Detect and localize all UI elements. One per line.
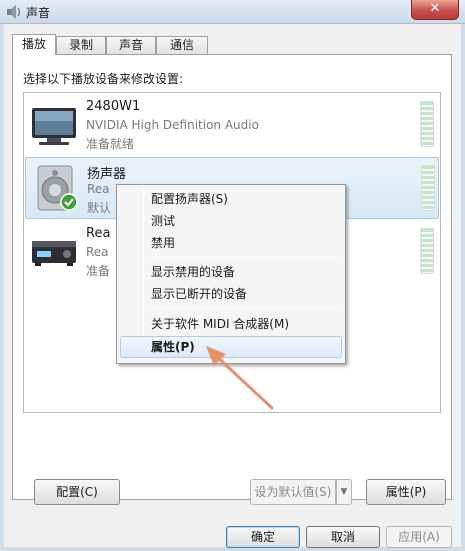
title-bar: 声音 ✕ [0, 0, 465, 24]
volume-meter [421, 165, 435, 211]
window-title: 声音 [26, 6, 51, 20]
instruction-text: 选择以下播放设备来修改设置: [23, 72, 184, 86]
menu-separator [148, 308, 340, 309]
ok-button[interactable]: 确定 [226, 526, 300, 548]
menu-item-about-midi[interactable]: 关于软件 MIDI 合成器(M) [120, 313, 342, 335]
tab-sounds[interactable]: 声音 [106, 36, 156, 54]
device-status: 默认 [87, 201, 112, 215]
menu-item-show-disabled[interactable]: 显示禁用的设备 [120, 261, 342, 283]
apply-button[interactable]: 应用(A) [386, 526, 452, 548]
device-name: 2480W1 [86, 99, 141, 114]
menu-item-configure-speakers[interactable]: 配置扬声器(S) [120, 188, 342, 210]
device-item-2480w1[interactable]: 2480W1 NVIDIA High Definition Audio 准备就绪 [25, 94, 439, 156]
close-button[interactable]: ✕ [411, 0, 459, 20]
device-name: Rea [86, 226, 111, 241]
device-description: Rea [87, 182, 110, 196]
tab-communications[interactable]: 通信 [156, 36, 208, 54]
speaker-icon [37, 165, 78, 211]
properties-button[interactable]: 属性(P) [366, 479, 446, 505]
digital-output-icon [32, 241, 76, 266]
set-default-button[interactable]: 设为默认值(S) [250, 479, 336, 505]
cancel-button[interactable]: 取消 [306, 526, 380, 548]
menu-item-properties[interactable]: 属性(P) [120, 336, 342, 358]
menu-item-show-disconnected[interactable]: 显示已断开的设备 [120, 283, 342, 305]
chevron-down-icon[interactable]: ▼ [336, 479, 352, 505]
menu-separator [148, 257, 340, 258]
monitor-icon [32, 108, 76, 145]
volume-meter [420, 228, 434, 274]
close-icon: ✕ [429, 1, 441, 16]
device-status: 准备就绪 [86, 137, 135, 151]
device-description: Rea [86, 245, 109, 259]
tab-playback[interactable]: 播放 [12, 34, 56, 55]
menu-item-disable[interactable]: 禁用 [120, 232, 342, 254]
device-description: NVIDIA High Definition Audio [86, 118, 259, 132]
configure-button[interactable]: 配置(C) [34, 479, 120, 505]
sound-app-icon [7, 5, 21, 19]
context-menu: 配置扬声器(S) 测试 禁用 显示禁用的设备 显示已断开的设备 关于软件 MID… [116, 184, 346, 364]
device-status: 准备 [86, 264, 111, 278]
menu-item-test[interactable]: 测试 [120, 210, 342, 232]
tab-recording[interactable]: 录制 [56, 36, 106, 54]
device-name: 扬声器 [87, 167, 127, 182]
volume-meter [420, 101, 434, 147]
